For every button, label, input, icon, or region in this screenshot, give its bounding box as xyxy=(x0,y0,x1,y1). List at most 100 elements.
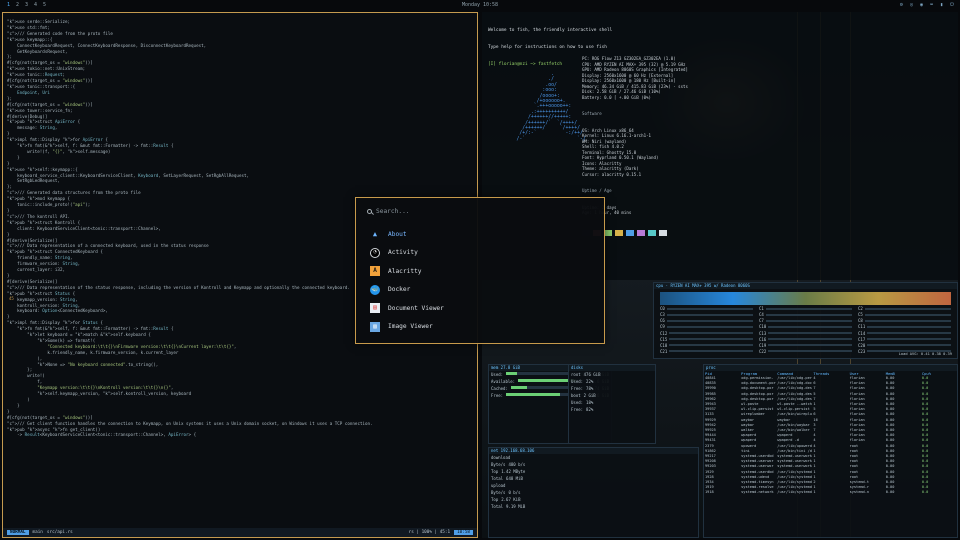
memory-total: 27.8 GiB xyxy=(500,365,520,370)
process-cell: /usr/bin/wireplumber xyxy=(777,412,812,417)
memory-row-label: Available: xyxy=(491,379,516,384)
cpu-core-bar xyxy=(768,350,852,353)
host-info-line: Battery: 0.0 [ +.00 GiB (0%) xyxy=(582,94,652,100)
process-table[interactable]: Pid Program Command Threads User MemB Cpu% 408… xyxy=(704,371,957,496)
memory-title: mem xyxy=(491,365,499,370)
cpu-core-label: C14 xyxy=(858,330,866,336)
network-row-value: 0 b/s xyxy=(508,490,521,495)
cpu-core-label: C19 xyxy=(759,342,767,348)
settings-icon[interactable]: ⚙ xyxy=(900,2,903,8)
battery-icon[interactable]: ▮ xyxy=(940,2,943,8)
cpu-core-label: C6 xyxy=(660,318,665,324)
launcher-item[interactable]: 🐳 Docker xyxy=(370,281,444,300)
cpu-core-bar xyxy=(768,338,852,341)
network-row: upload xyxy=(489,482,698,489)
cpu-graph xyxy=(660,292,951,305)
launcher-item[interactable]: ◔ Activity xyxy=(370,244,444,263)
palette-swatch xyxy=(626,229,634,236)
cpu-core-label: C18 xyxy=(660,342,668,348)
cpu-core: C15 xyxy=(660,337,753,342)
network-monitor[interactable]: net 192.168.68.106 download Byte/s 480 b/s… xyxy=(488,447,699,538)
memory-row-label: Cached: xyxy=(491,386,508,391)
disk-row-value: 82% xyxy=(586,407,594,412)
system-tray[interactable]: ⚙ ◎ ◉ ⌨ ▮ ⏻ xyxy=(900,2,954,8)
launcher-item[interactable]: ▤ Document Viewer xyxy=(370,299,444,318)
process-cell: /usr/lib/xdg-desktop-portal xyxy=(777,386,812,391)
network-title: net xyxy=(491,448,499,453)
disk-monitor[interactable]: disks root 476 GiB Used: 22% Free: 78% boot 2 G… xyxy=(568,364,656,444)
volume-icon[interactable]: ◉ xyxy=(920,2,923,8)
cpu-core-bar xyxy=(669,332,753,334)
process-monitor[interactable]: proc Pid Program Command Threads User MemB Cpu… xyxy=(703,364,958,538)
disk-row-value: 22% xyxy=(586,379,594,384)
palette-swatch xyxy=(648,229,656,236)
process-row[interactable]: 1918 systemd-network/usr/lib/systemd/syst… xyxy=(704,490,957,495)
palette-swatch xyxy=(615,229,623,236)
network-row-label: download xyxy=(491,455,511,460)
disk-row: root 476 GiB xyxy=(569,371,655,378)
load-average: Load AVG: 0.41 0.38 0.39 xyxy=(898,352,952,356)
cpu-monitor[interactable]: cpu · RYZEN AI MAX+ 395 w/ Radeon 8060S … xyxy=(653,282,958,359)
cpu-core-bar xyxy=(867,338,951,341)
network-row: Byte/s 480 b/s xyxy=(489,461,698,468)
activity-icon: ◔ xyxy=(370,247,380,258)
disk-row: Used: 22% xyxy=(569,378,655,385)
search-input[interactable]: Search... xyxy=(376,208,410,215)
process-table-body[interactable]: 40841xdg-permission-/usr/lib/xdg-permiss… xyxy=(704,376,957,496)
palette-swatch xyxy=(604,229,612,236)
network-row-label: upload xyxy=(491,483,506,488)
launcher-item[interactable]: A Alacritty xyxy=(370,262,444,281)
network-row-value: 480 b/s xyxy=(508,462,526,467)
network-row: download xyxy=(489,454,698,461)
network-row-label: Total xyxy=(491,504,504,509)
cpu-core-label: C12 xyxy=(660,330,668,336)
cpu-core-label: C8 xyxy=(858,318,863,324)
cpu-core-label: C13 xyxy=(759,330,767,336)
disk-row: Used: 18% xyxy=(569,399,655,406)
application-launcher[interactable]: Search... ▲ About ◔ Activity A Alacritty 🐳 Dock… xyxy=(355,197,605,344)
process-cell: systemd-userwork: waiting xyxy=(777,464,813,469)
disk-row-label: Free: xyxy=(571,407,584,412)
software-title: Software xyxy=(582,111,602,116)
memory-row-label: Free: xyxy=(491,393,504,398)
process-cell: xdg-desktop-por xyxy=(741,386,774,391)
cpu-core: C7 xyxy=(759,318,852,323)
launcher-results[interactable]: ▲ About ◔ Activity A Alacritty 🐳 Docker ▤ Documen… xyxy=(370,225,444,336)
cursor-position: 10:58 xyxy=(454,530,473,535)
cpu-core-bar xyxy=(669,344,753,347)
cpu-core-label: C4 xyxy=(759,312,764,318)
keyboard-icon[interactable]: ⌨ xyxy=(930,2,933,8)
process-cell: 1 xyxy=(813,490,816,495)
code-line[interactable]: -> Result<KeyboardServiceClient<tonic::t… xyxy=(7,432,473,438)
network-row: Byte/s 0 b/s xyxy=(489,489,698,496)
cpu-core: C12 xyxy=(660,331,753,336)
host-info-list: PC: ROG Flow Z13 GZ302EA_GZ302EA (1.0) CP… xyxy=(582,56,688,100)
disk-rows: root 476 GiB Used: 22% Free: 78% boot 2 GiB Used… xyxy=(569,371,655,413)
cpu-core: C8 xyxy=(858,318,951,323)
launcher-item[interactable]: ▧ Image Viewer xyxy=(370,318,444,337)
cpu-core-bar xyxy=(867,325,951,328)
cpu-core: C6 xyxy=(660,318,753,323)
network-row-value: 2.67 KiB xyxy=(501,497,521,502)
cpu-core-label: C10 xyxy=(759,324,767,330)
cpu-core-label: C11 xyxy=(858,324,866,330)
cpu-core-bar xyxy=(864,307,951,310)
launcher-search[interactable]: Search... xyxy=(367,208,410,215)
disk-row-label: Free: xyxy=(571,386,584,391)
cpu-core-bar xyxy=(864,319,951,322)
power-icon[interactable]: ⏻ xyxy=(950,2,954,8)
launcher-item[interactable]: ▲ About xyxy=(370,225,444,244)
disk-row-label: Used: xyxy=(571,400,584,405)
git-branch-label: main xyxy=(32,530,43,535)
image-viewer-icon: ▧ xyxy=(370,321,380,332)
network-icon[interactable]: ◎ xyxy=(910,2,913,8)
process-cell: 1918 xyxy=(705,490,714,495)
disk-row: Free: 82% xyxy=(569,406,655,413)
cpu-model: RYZEN AI MAX+ 395 w/ Radeon 8060S xyxy=(670,283,750,288)
disk-row: Free: 78% xyxy=(569,385,655,392)
alacritty-icon: A xyxy=(370,266,380,277)
cpu-core-label: C20 xyxy=(858,342,866,348)
cpu-core-label: C17 xyxy=(858,336,866,342)
cpu-core-label: C21 xyxy=(660,348,668,354)
launcher-item-label: About xyxy=(388,230,407,238)
